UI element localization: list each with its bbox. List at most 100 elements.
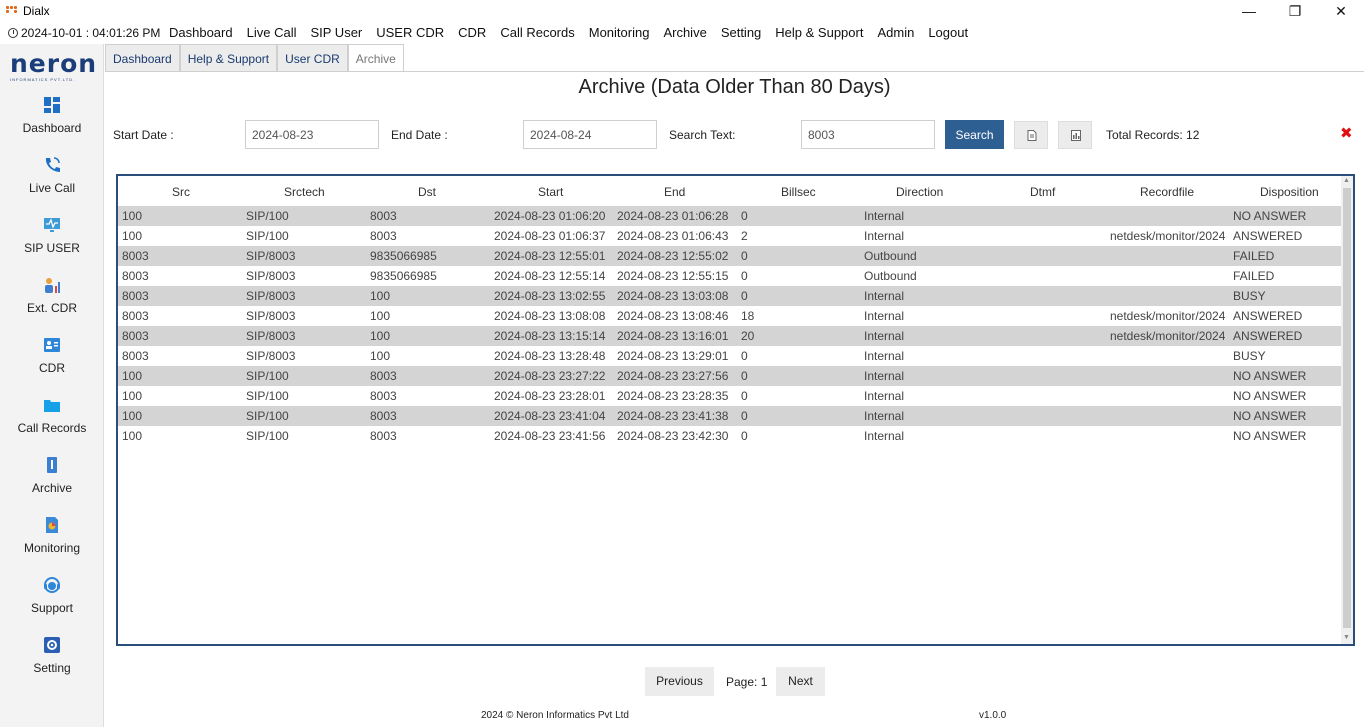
tab-user-cdr[interactable]: User CDR <box>277 44 348 72</box>
menu-live-call[interactable]: Live Call <box>247 25 297 40</box>
cell-disposition: ANSWERED <box>1233 229 1303 243</box>
export-excel-button[interactable] <box>1058 121 1092 149</box>
cell-billsec: 0 <box>741 409 748 423</box>
search-input[interactable] <box>801 120 935 149</box>
table-row[interactable]: 8003 SIP/8003 9835066985 2024-08-23 12:55:0… <box>118 246 1343 266</box>
cell-srctech: SIP/100 <box>246 369 289 383</box>
tab-dashboard[interactable]: Dashboard <box>105 44 180 72</box>
cell-direction: Outbound <box>864 269 917 283</box>
cell-direction: Internal <box>864 209 905 223</box>
clock-icon <box>8 28 18 38</box>
search-text-label: Search Text: <box>669 128 736 142</box>
header-dtmf[interactable]: Dtmf <box>1030 185 1055 199</box>
sidebar-item-sip-user[interactable]: SIP USER <box>0 216 104 272</box>
users-chart-icon <box>45 278 60 293</box>
table-row[interactable]: 100 SIP/100 8003 2024-08-23 23:41:04 2024-08… <box>118 406 1343 426</box>
menu-call-records[interactable]: Call Records <box>500 25 574 40</box>
sidebar-item-call-records[interactable]: Call Records <box>0 396 104 452</box>
previous-button[interactable]: Previous <box>645 667 714 696</box>
close-window-button[interactable]: ✕ <box>1318 0 1364 22</box>
cell-end: 2024-08-23 12:55:15 <box>617 269 729 283</box>
sidebar-item-monitoring[interactable]: Monitoring <box>0 516 104 572</box>
records-table: Src Srctech Dst Start End Billsec Direct… <box>116 174 1355 646</box>
header-start[interactable]: Start <box>538 185 563 199</box>
next-button[interactable]: Next <box>776 667 825 696</box>
maximize-button[interactable]: ❐ <box>1272 0 1318 22</box>
table-header: Src Srctech Dst Start End Billsec Direct… <box>118 176 1343 206</box>
table-row[interactable]: 100 SIP/100 8003 2024-08-23 23:28:01 2024-08… <box>118 386 1343 406</box>
minimize-button[interactable]: — <box>1226 0 1272 22</box>
cell-billsec: 0 <box>741 269 748 283</box>
sidebar-item-support[interactable]: Support <box>0 576 104 632</box>
close-icon[interactable]: ✖ <box>1340 124 1353 142</box>
tab-archive[interactable]: Archive <box>347 44 404 72</box>
header-recordfile[interactable]: Recordfile <box>1140 185 1194 199</box>
vertical-scrollbar[interactable]: ▲ ▼ <box>1341 176 1353 644</box>
start-date-input[interactable] <box>245 120 379 149</box>
export-document-button[interactable] <box>1014 121 1048 149</box>
table-row[interactable]: 8003 SIP/8003 100 2024-08-23 13:15:14 2024-0… <box>118 326 1343 346</box>
cell-billsec: 2 <box>741 229 748 243</box>
tab-help-support[interactable]: Help & Support <box>179 44 278 72</box>
cell-start: 2024-08-23 23:41:04 <box>494 409 606 423</box>
menu-user-cdr[interactable]: USER CDR <box>376 25 444 40</box>
table-row[interactable]: 8003 SIP/8003 100 2024-08-23 13:08:08 2024-0… <box>118 306 1343 326</box>
cell-srctech: SIP/100 <box>246 229 289 243</box>
cell-src: 100 <box>122 229 143 243</box>
table-row[interactable]: 100 SIP/100 8003 2024-08-23 23:27:22 2024-08… <box>118 366 1343 386</box>
table-row[interactable]: 100 SIP/100 8003 2024-08-23 01:06:20 2024-08… <box>118 206 1343 226</box>
cell-start: 2024-08-23 13:02:55 <box>494 289 606 303</box>
header-disposition[interactable]: Disposition <box>1260 185 1319 199</box>
cell-end: 2024-08-23 13:03:08 <box>617 289 729 303</box>
sidebar-item-live-call[interactable]: Live Call <box>0 156 104 212</box>
cell-start: 2024-08-23 23:41:56 <box>494 429 606 443</box>
sidebar-item-label: Live Call <box>28 181 76 195</box>
cell-start: 2024-08-23 13:08:08 <box>494 309 606 323</box>
header-srctech[interactable]: Srctech <box>284 185 325 199</box>
scroll-up-icon[interactable]: ▲ <box>1343 177 1350 184</box>
menu-sip-user[interactable]: SIP User <box>310 25 362 40</box>
search-button[interactable]: Search <box>945 120 1004 149</box>
menu-help-support[interactable]: Help & Support <box>775 25 863 40</box>
menu-monitoring[interactable]: Monitoring <box>589 25 650 40</box>
cell-direction: Internal <box>864 329 905 343</box>
cell-src: 100 <box>122 369 143 383</box>
cell-disposition: FAILED <box>1233 269 1275 283</box>
table-row[interactable]: 100 SIP/100 8003 2024-08-23 01:06:37 2024-08… <box>118 226 1343 246</box>
scroll-down-icon[interactable]: ▼ <box>1343 634 1350 641</box>
cell-recordfile: netdesk/monitor/2024 <box>1110 309 1225 323</box>
menu-admin[interactable]: Admin <box>877 25 914 40</box>
header-billsec[interactable]: Billsec <box>781 185 816 199</box>
table-row[interactable]: 8003 SIP/8003 100 2024-08-23 13:02:55 2024-0… <box>118 286 1343 306</box>
sidebar-item-cdr[interactable]: CDR <box>0 336 104 392</box>
header-direction[interactable]: Direction <box>896 185 943 199</box>
header-dst[interactable]: Dst <box>418 185 436 199</box>
logo-text: neron <box>10 49 98 78</box>
table-row[interactable]: 8003 SIP/8003 100 2024-08-23 13:28:48 2024-0… <box>118 346 1343 366</box>
cell-dst: 8003 <box>370 409 397 423</box>
table-row[interactable]: 8003 SIP/8003 9835066985 2024-08-23 12:55:1… <box>118 266 1343 286</box>
menu-dashboard[interactable]: Dashboard <box>169 25 233 40</box>
copyright-text: 2024 © Neron Informatics Pvt Ltd <box>481 710 629 721</box>
dashboard-icon <box>44 97 60 113</box>
header-end[interactable]: End <box>664 185 685 199</box>
scroll-thumb[interactable] <box>1343 188 1351 628</box>
version-text: v1.0.0 <box>979 710 1007 721</box>
cell-disposition: NO ANSWER <box>1233 369 1307 383</box>
menu-logout[interactable]: Logout <box>928 25 968 40</box>
sidebar-item-label: Setting <box>33 661 71 675</box>
sidebar-item-archive[interactable]: Archive <box>0 456 104 512</box>
table-row[interactable]: 100 SIP/100 8003 2024-08-23 23:41:56 2024-08… <box>118 426 1343 446</box>
end-date-input[interactable] <box>523 120 657 149</box>
sidebar-item-setting[interactable]: Setting <box>0 636 104 692</box>
menu-setting[interactable]: Setting <box>721 25 761 40</box>
tab-divider <box>105 71 1364 72</box>
header-src[interactable]: Src <box>172 185 190 199</box>
clock-text: 2024-10-01 : 04:01:26 PM <box>21 26 161 40</box>
sidebar-item-ext-cdr[interactable]: Ext. CDR <box>0 276 104 332</box>
menu-cdr[interactable]: CDR <box>458 25 486 40</box>
sidebar-item-label: Call Records <box>17 421 87 435</box>
menu-archive[interactable]: Archive <box>663 25 706 40</box>
sidebar-item-dashboard[interactable]: Dashboard <box>0 96 104 152</box>
menu-items: Dashboard Live Call SIP User USER CDR CD… <box>169 25 982 40</box>
